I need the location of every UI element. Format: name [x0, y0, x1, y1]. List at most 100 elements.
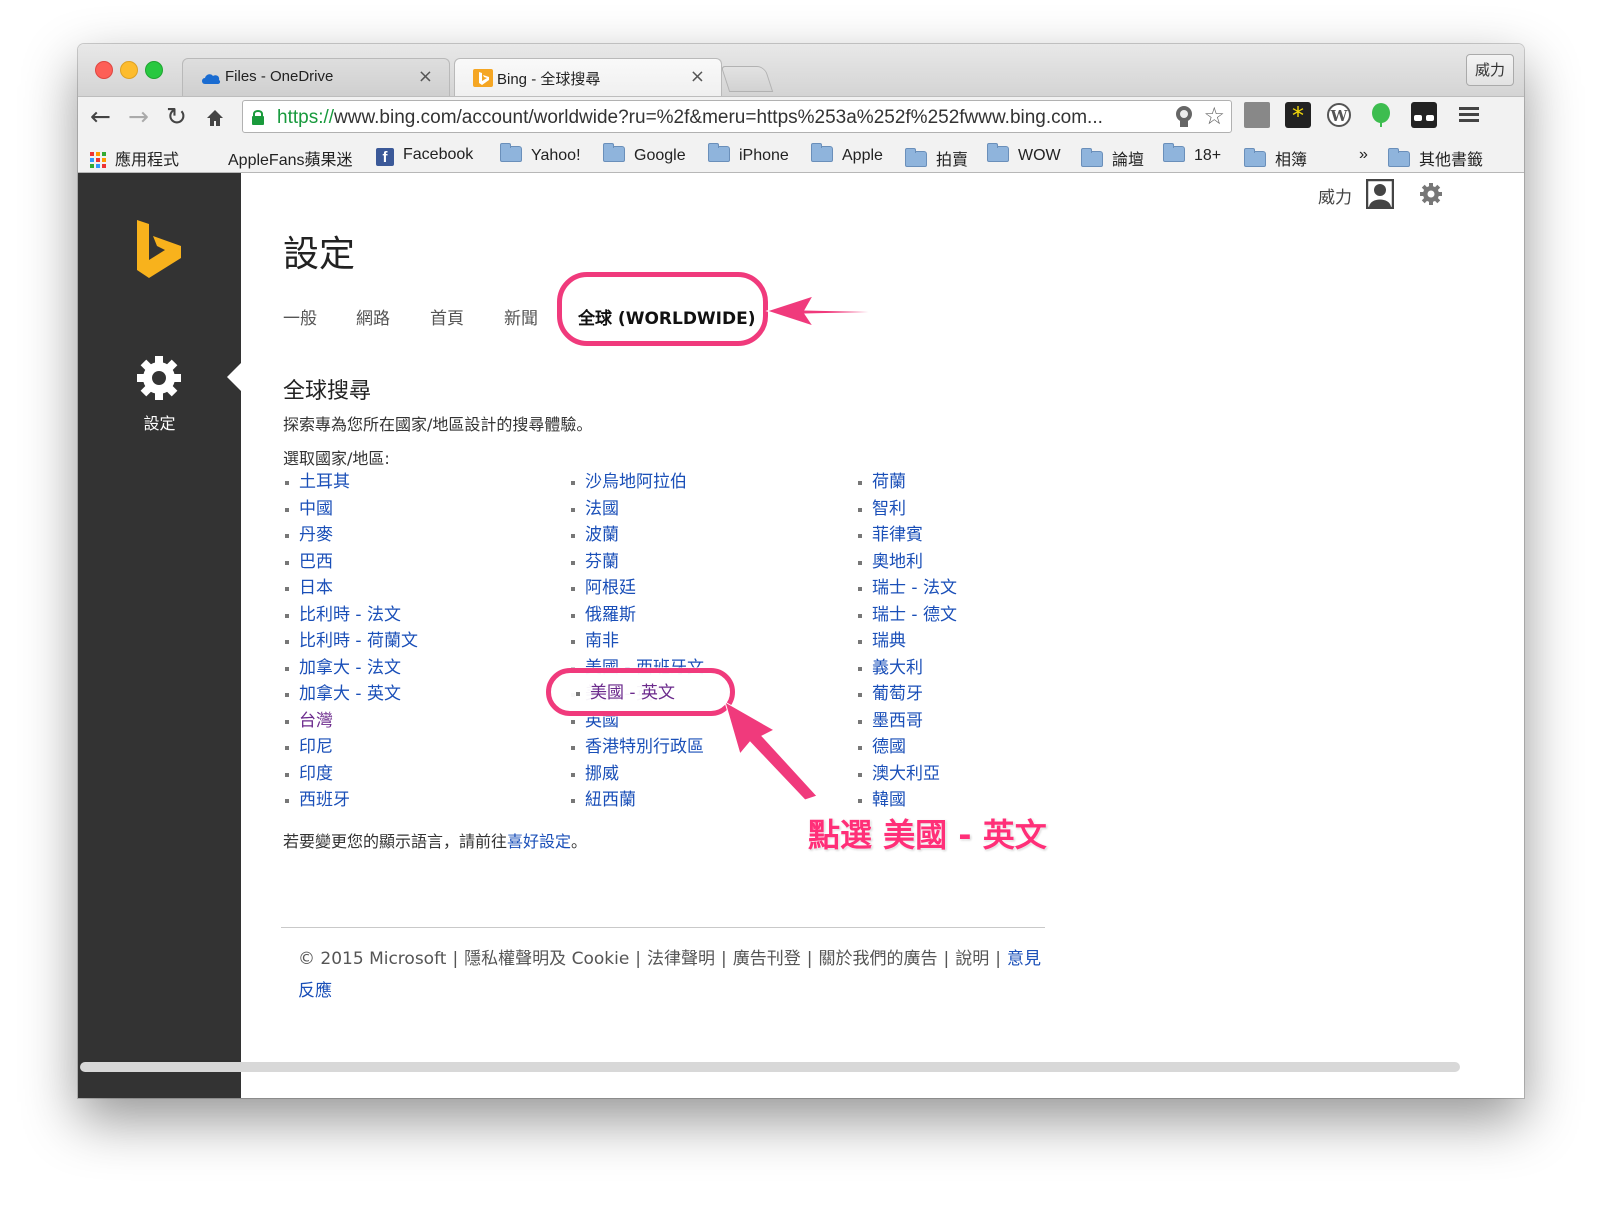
bookmark-apps[interactable]: 應用程式 — [90, 146, 179, 170]
country-link[interactable]: 荷蘭 — [858, 469, 957, 496]
settings-gear-icon[interactable] — [136, 355, 182, 401]
wordpress-icon[interactable]: W — [1326, 102, 1352, 128]
footer-link-legal[interactable]: 法律聲明 — [647, 949, 715, 969]
footer-link-about-ads[interactable]: 關於我們的廣告 — [818, 949, 937, 969]
bookmark-yahoo[interactable]: Yahoo! — [500, 143, 581, 165]
country-link[interactable]: 芬蘭 — [571, 549, 704, 576]
bookmark-facebook[interactable]: f Facebook — [376, 146, 473, 166]
country-link[interactable]: 中國 — [285, 496, 418, 523]
bookmark-album[interactable]: 相簿 — [1244, 146, 1307, 170]
extension-star-icon[interactable]: * — [1285, 102, 1311, 128]
country-link[interactable]: 巴西 — [285, 549, 418, 576]
country-link[interactable]: 挪威 — [571, 761, 704, 788]
bookmark-wow[interactable]: WOW — [987, 143, 1061, 165]
bookmark-18plus[interactable]: 18+ — [1163, 143, 1221, 165]
tab-general[interactable]: 一般 — [283, 304, 317, 329]
bookmark-google[interactable]: Google — [603, 143, 686, 165]
zoom-window-button[interactable] — [145, 61, 163, 79]
footer-link-privacy[interactable]: 隱私權聲明及 Cookie — [464, 949, 629, 969]
country-link[interactable]: 印尼 — [285, 734, 418, 761]
bookmark-apple[interactable]: Apple — [811, 143, 883, 165]
bullet — [285, 693, 289, 697]
horizontal-scrollbar[interactable] — [80, 1062, 1460, 1072]
country-link[interactable]: 阿根廷 — [571, 575, 704, 602]
lightbulb-icon[interactable] — [1175, 105, 1193, 129]
user-name[interactable]: 威力 — [1318, 183, 1352, 208]
country-link[interactable]: 比利時 - 法文 — [285, 602, 418, 629]
minimize-window-button[interactable] — [120, 61, 138, 79]
user-avatar-icon[interactable] — [1366, 179, 1394, 209]
country-link[interactable]: 菲律賓 — [858, 522, 957, 549]
country-link[interactable]: 法國 — [571, 496, 704, 523]
address-bar[interactable]: https://www.bing.com/account/worldwide?r… — [242, 100, 1232, 133]
tab-news[interactable]: 新聞 — [504, 304, 538, 329]
tab-bing[interactable]: Bing - 全球搜尋 × — [454, 58, 722, 96]
menu-hamburger-icon[interactable] — [1456, 102, 1482, 128]
tab-web[interactable]: 網路 — [356, 304, 390, 329]
toolbar: ← → ↻ https://www.bing.com/account/world… — [78, 96, 1524, 137]
country-link[interactable]: 土耳其 — [285, 469, 418, 496]
country-name: 瑞士 - 法文 — [872, 578, 957, 598]
country-link[interactable]: 印度 — [285, 761, 418, 788]
country-link[interactable]: 丹麥 — [285, 522, 418, 549]
country-name: 土耳其 — [299, 472, 350, 492]
country-link[interactable]: 加拿大 - 英文 — [285, 681, 418, 708]
country-link[interactable]: 南非 — [571, 628, 704, 655]
evernote-leaf-icon[interactable] — [1368, 102, 1394, 128]
country-link[interactable]: 德國 — [858, 734, 957, 761]
country-link[interactable]: 墨西哥 — [858, 708, 957, 735]
bookmark-iphone[interactable]: iPhone — [708, 143, 789, 165]
country-link[interactable]: 紐西蘭 — [571, 787, 704, 814]
tab-homepage[interactable]: 首頁 — [430, 304, 464, 329]
country-link[interactable]: 瑞士 - 法文 — [858, 575, 957, 602]
country-link[interactable]: 台灣 — [285, 708, 418, 735]
settings-gear-small-icon[interactable] — [1419, 182, 1443, 206]
country-link[interactable]: 加拿大 - 法文 — [285, 655, 418, 682]
forward-arrow-icon[interactable]: → — [128, 102, 149, 132]
close-window-button[interactable] — [95, 61, 113, 79]
country-link[interactable]: 香港特別行政區 — [571, 734, 704, 761]
country-link[interactable]: 智利 — [858, 496, 957, 523]
country-name: 墨西哥 — [872, 710, 923, 731]
country-link[interactable]: 西班牙 — [285, 787, 418, 814]
country-link[interactable]: 葡萄牙 — [858, 681, 957, 708]
bookmark-applefans[interactable]: AppleFans蘋果迷 — [228, 146, 353, 170]
new-tab-button[interactable] — [720, 66, 774, 92]
bullet — [285, 560, 289, 565]
home-icon[interactable] — [205, 108, 225, 128]
bullet — [858, 587, 862, 591]
url-text[interactable]: https://www.bing.com/account/worldwide?r… — [277, 107, 1103, 129]
bookmark-other[interactable]: 其他書籤 — [1388, 146, 1483, 170]
bookmark-star-icon[interactable]: ☆ — [1203, 102, 1225, 130]
folder-icon — [708, 143, 730, 162]
country-link[interactable]: 波蘭 — [571, 522, 704, 549]
highlighted-us-english[interactable]: 美國 - 英文 — [576, 678, 675, 703]
country-link[interactable]: 義大利 — [858, 655, 957, 682]
country-link[interactable]: 瑞典 — [858, 628, 957, 655]
preferences-link[interactable]: 喜好設定 — [507, 832, 571, 851]
country-link[interactable]: 日本 — [285, 575, 418, 602]
profile-button[interactable]: 威力 — [1466, 54, 1514, 86]
close-tab-icon[interactable]: × — [690, 66, 705, 87]
extension-gray-icon[interactable] — [1244, 102, 1270, 128]
country-name: 韓國 — [872, 790, 906, 810]
bookmark-forum[interactable]: 論壇 — [1081, 146, 1144, 170]
sidebar-settings-label[interactable]: 設定 — [78, 410, 241, 434]
tab-onedrive[interactable]: Files - OneDrive × — [182, 58, 450, 96]
country-link[interactable]: 瑞士 - 德文 — [858, 602, 957, 629]
bookmarks-overflow-chevron[interactable]: » — [1359, 146, 1368, 164]
back-arrow-icon[interactable]: ← — [90, 102, 111, 132]
footer-link-advertise[interactable]: 廣告刊登 — [733, 949, 801, 969]
country-link[interactable]: 俄羅斯 — [571, 602, 704, 629]
country-link[interactable]: 澳大利亞 — [858, 761, 957, 788]
country-link[interactable]: 比利時 - 荷蘭文 — [285, 628, 418, 655]
bullet — [571, 746, 575, 750]
bing-logo-icon[interactable] — [135, 220, 183, 280]
footer-link-help[interactable]: 說明 — [955, 949, 989, 969]
reload-icon[interactable]: ↻ — [166, 102, 187, 132]
close-tab-icon[interactable]: × — [418, 66, 433, 87]
bookmark-auction[interactable]: 拍賣 — [905, 146, 968, 170]
country-link[interactable]: 沙烏地阿拉伯 — [571, 469, 704, 496]
extension-glasses-icon[interactable] — [1411, 102, 1437, 128]
country-link[interactable]: 奧地利 — [858, 549, 957, 576]
